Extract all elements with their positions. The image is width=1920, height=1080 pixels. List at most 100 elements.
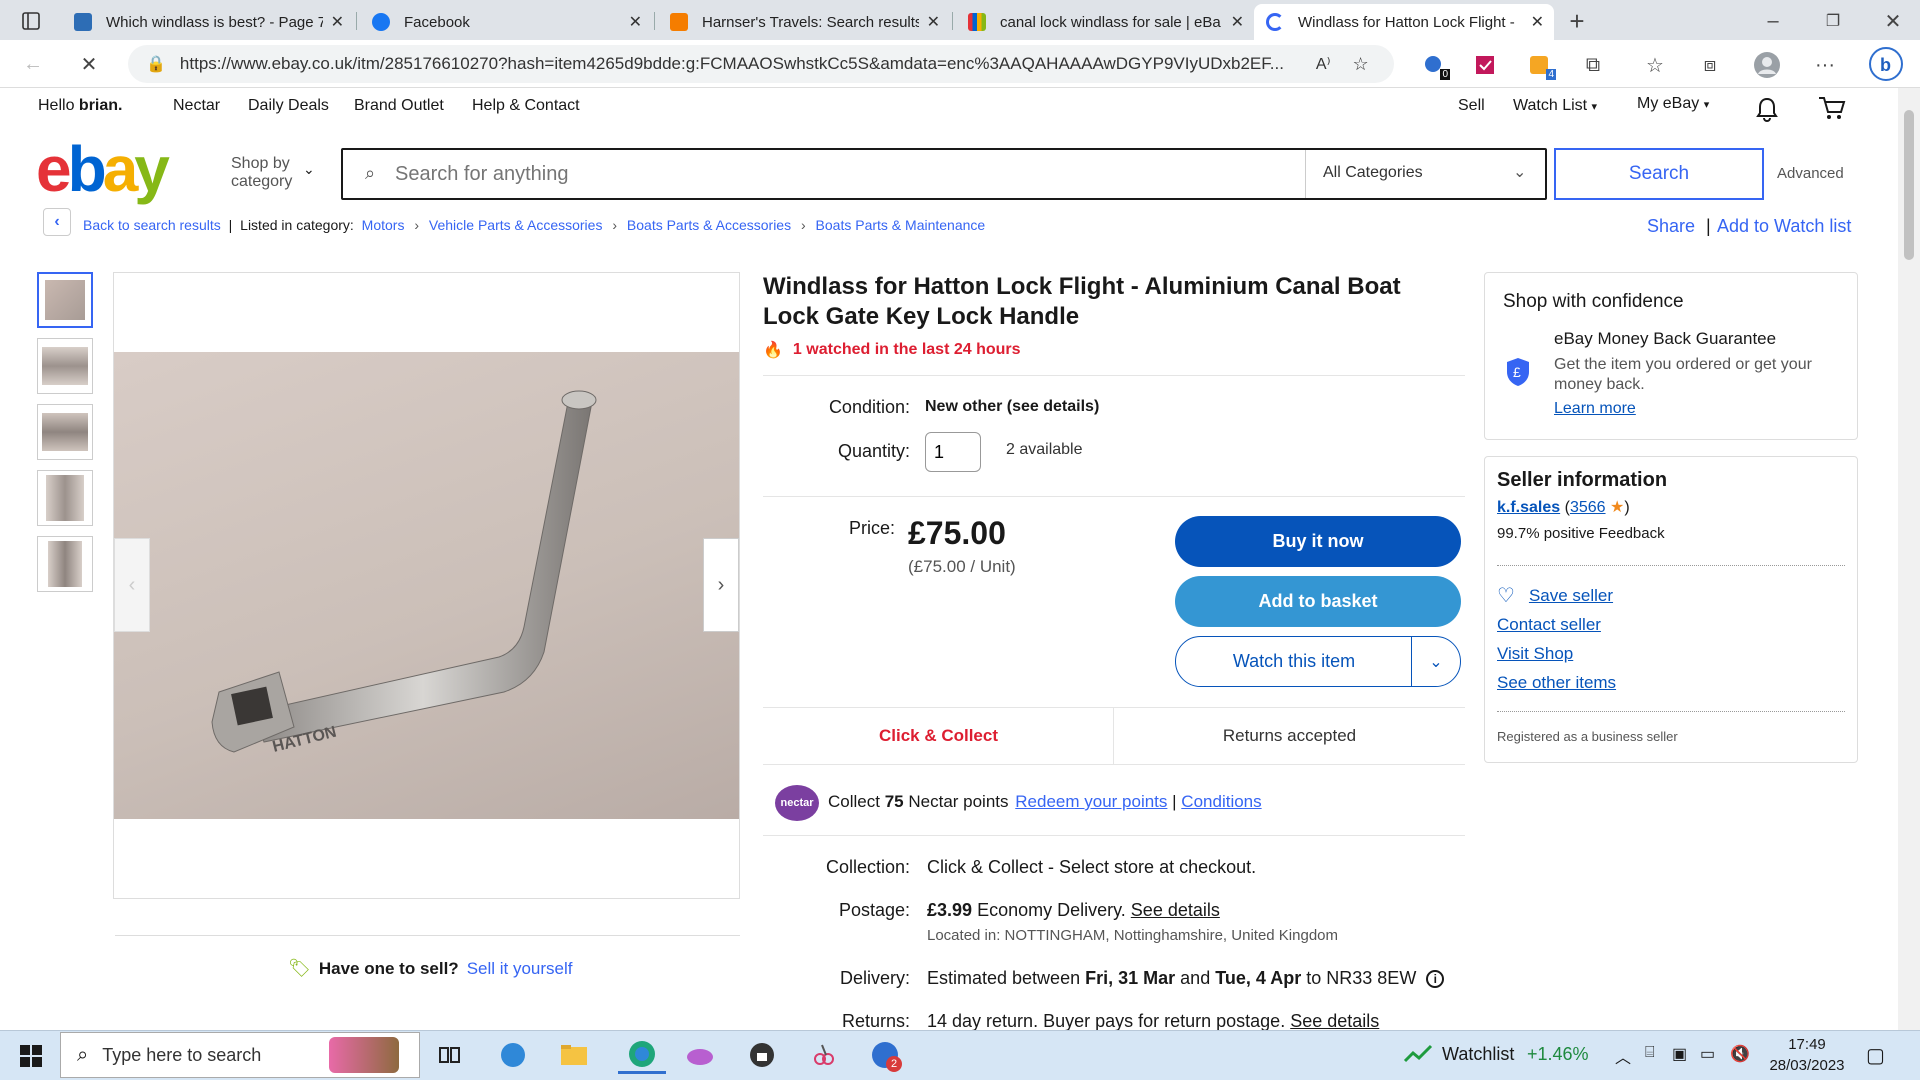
user-name[interactable]: brian. [79,97,123,114]
extension-todo-icon[interactable] [1470,50,1500,80]
previous-image-button[interactable]: ‹ [114,538,150,632]
tab-facebook[interactable]: Facebook ✕ [360,4,652,40]
minimize-icon[interactable]: – [1758,6,1788,36]
nav-my-ebay[interactable]: My eBay ▾ [1637,95,1709,113]
returns-see-details-link[interactable]: See details [1290,1011,1379,1031]
new-tab-icon[interactable]: + [1562,6,1592,36]
onedrive-icon[interactable] [681,1036,719,1074]
breadcrumb-motors[interactable]: Motors [362,217,405,233]
close-icon[interactable]: ✕ [927,12,940,32]
nav-sell[interactable]: Sell [1458,97,1485,115]
watch-this-item-button[interactable]: Watch this item [1176,637,1412,686]
add-to-basket-button[interactable]: Add to basket [1175,576,1461,627]
add-to-watch-list-link[interactable]: Add to Watch list [1717,216,1851,237]
tab-windlass-forum[interactable]: Which windlass is best? - Page 7 ✕ [62,4,354,40]
network-icon[interactable]: ⌸ [1645,1044,1655,1062]
vertical-scrollbar[interactable] [1898,88,1920,1030]
more-options-icon[interactable]: ··· [1810,50,1840,80]
volume-muted-icon[interactable]: 🔇 [1730,1044,1750,1064]
see-other-items-link[interactable]: See other items [1497,673,1616,693]
search-input[interactable] [395,160,1295,188]
nav-watch-list[interactable]: Watch List ▾ [1513,97,1597,115]
visit-shop-link[interactable]: Visit Shop [1497,644,1573,664]
seller-name-link[interactable]: k.f.sales [1497,499,1560,516]
read-aloud-icon[interactable]: A⁾ [1316,54,1331,74]
feedback-count-link[interactable]: 3566 [1570,499,1606,516]
chevron-down-icon[interactable]: ⌄ [1412,637,1460,686]
save-seller-link[interactable]: ♡ Save seller [1497,583,1613,608]
main-image-frame[interactable]: HATTON ‹ › [113,272,740,899]
task-view-icon[interactable] [430,1036,468,1074]
postage-see-details-link[interactable]: See details [1131,900,1220,920]
next-image-button[interactable]: › [703,538,739,632]
condition-value[interactable]: New other (see details) [925,398,1099,416]
extensions-puzzle-icon[interactable]: ⧉ [1578,50,1608,80]
chevron-down-icon[interactable]: ⌄ [303,161,315,178]
tab-ebay-search[interactable]: canal lock windlass for sale | eBa ✕ [956,4,1254,40]
window-close-icon[interactable]: ✕ [1878,6,1908,36]
url-field[interactable]: 🔒 https://www.ebay.co.uk/itm/28517661027… [128,45,1394,83]
scrollbar-thumb[interactable] [1904,110,1914,260]
thumbnail-3[interactable] [37,404,93,460]
bing-chat-icon[interactable]: b [1866,44,1906,84]
nav-brand-outlet[interactable]: Brand Outlet [354,97,444,115]
contact-seller-link[interactable]: Contact seller [1497,615,1601,635]
file-explorer-icon[interactable] [555,1036,593,1074]
nav-nectar[interactable]: Nectar [173,97,220,115]
info-icon[interactable]: i [1426,969,1445,988]
thumbnail-5[interactable] [37,536,93,592]
maximize-icon[interactable]: ❐ [1818,6,1848,36]
edge-browser-icon[interactable] [618,1036,666,1074]
buy-it-now-button[interactable]: Buy it now [1175,516,1461,567]
show-hidden-icons-icon[interactable]: ︿ [1615,1044,1631,1068]
search-button[interactable]: Search [1554,148,1764,200]
thumbnail-1[interactable] [37,272,93,328]
conditions-link[interactable]: Conditions [1181,792,1261,811]
stop-loading-icon[interactable]: ✕ [74,49,104,79]
system-clock[interactable]: 17:49 28/03/2023 [1762,1034,1852,1076]
profile-avatar[interactable] [1752,50,1782,80]
breadcrumb-boats-maintenance[interactable]: Boats Parts & Maintenance [816,217,986,233]
shop-by-category[interactable]: Shop by category [231,155,301,191]
close-icon[interactable]: ✕ [629,12,642,32]
category-select[interactable]: All Categories [1323,164,1423,182]
snipping-tool-icon[interactable] [805,1036,843,1074]
advanced-search-link[interactable]: Advanced [1777,165,1844,182]
nav-daily-deals[interactable]: Daily Deals [248,97,329,115]
ebay-logo[interactable]: ebay [36,137,170,201]
breadcrumb-boats-parts[interactable]: Boats Parts & Accessories [627,217,791,233]
extension-shield-icon[interactable]: 0 [1418,50,1450,80]
edge-dev-icon[interactable] [494,1036,532,1074]
battery-icon[interactable]: ▭ [1700,1044,1715,1064]
watchlist-label[interactable]: Watchlist [1442,1044,1514,1065]
display-icon[interactable]: ▣ [1672,1044,1687,1064]
taskbar-search-box[interactable]: ⌕ Type here to search [60,1032,420,1078]
back-chevron-icon[interactable]: ‹ [43,208,71,236]
mail-app-icon[interactable]: 2 [866,1036,904,1074]
tab-harnser[interactable]: Harnser's Travels: Search results ✕ [658,4,950,40]
collections-icon[interactable]: ⧈ [1695,50,1725,80]
close-icon[interactable]: ✕ [331,12,344,32]
stock-chart-icon[interactable] [1403,1043,1433,1065]
tab-windlass-listing[interactable]: Windlass for Hatton Lock Flight - ✕ [1254,4,1554,40]
nav-help-contact[interactable]: Help & Contact [472,97,580,115]
quantity-input[interactable] [925,432,981,472]
extension-price-icon[interactable]: 4 [1524,50,1556,80]
tab-actions-icon[interactable] [18,8,44,34]
share-link[interactable]: Share [1647,216,1695,237]
redeem-points-link[interactable]: Redeem your points [1015,792,1167,811]
sell-it-yourself-link[interactable]: Sell it yourself [467,959,573,979]
security-lock-icon[interactable] [743,1036,781,1074]
cart-icon[interactable] [1815,93,1849,123]
windows-start-icon[interactable] [14,1039,48,1073]
back-to-results-link[interactable]: Back to search results [83,217,221,233]
notification-center-icon[interactable]: ▢ [1866,1043,1885,1068]
notification-bell-icon[interactable] [1752,94,1782,124]
close-icon[interactable]: ✕ [1231,12,1244,32]
thumbnail-2[interactable] [37,338,93,394]
thumbnail-4[interactable] [37,470,93,526]
back-arrow-icon[interactable]: ← [18,49,48,79]
close-icon[interactable]: ✕ [1531,12,1544,32]
learn-more-link[interactable]: Learn more [1554,400,1636,418]
favorites-icon[interactable]: ☆ [1640,50,1670,80]
